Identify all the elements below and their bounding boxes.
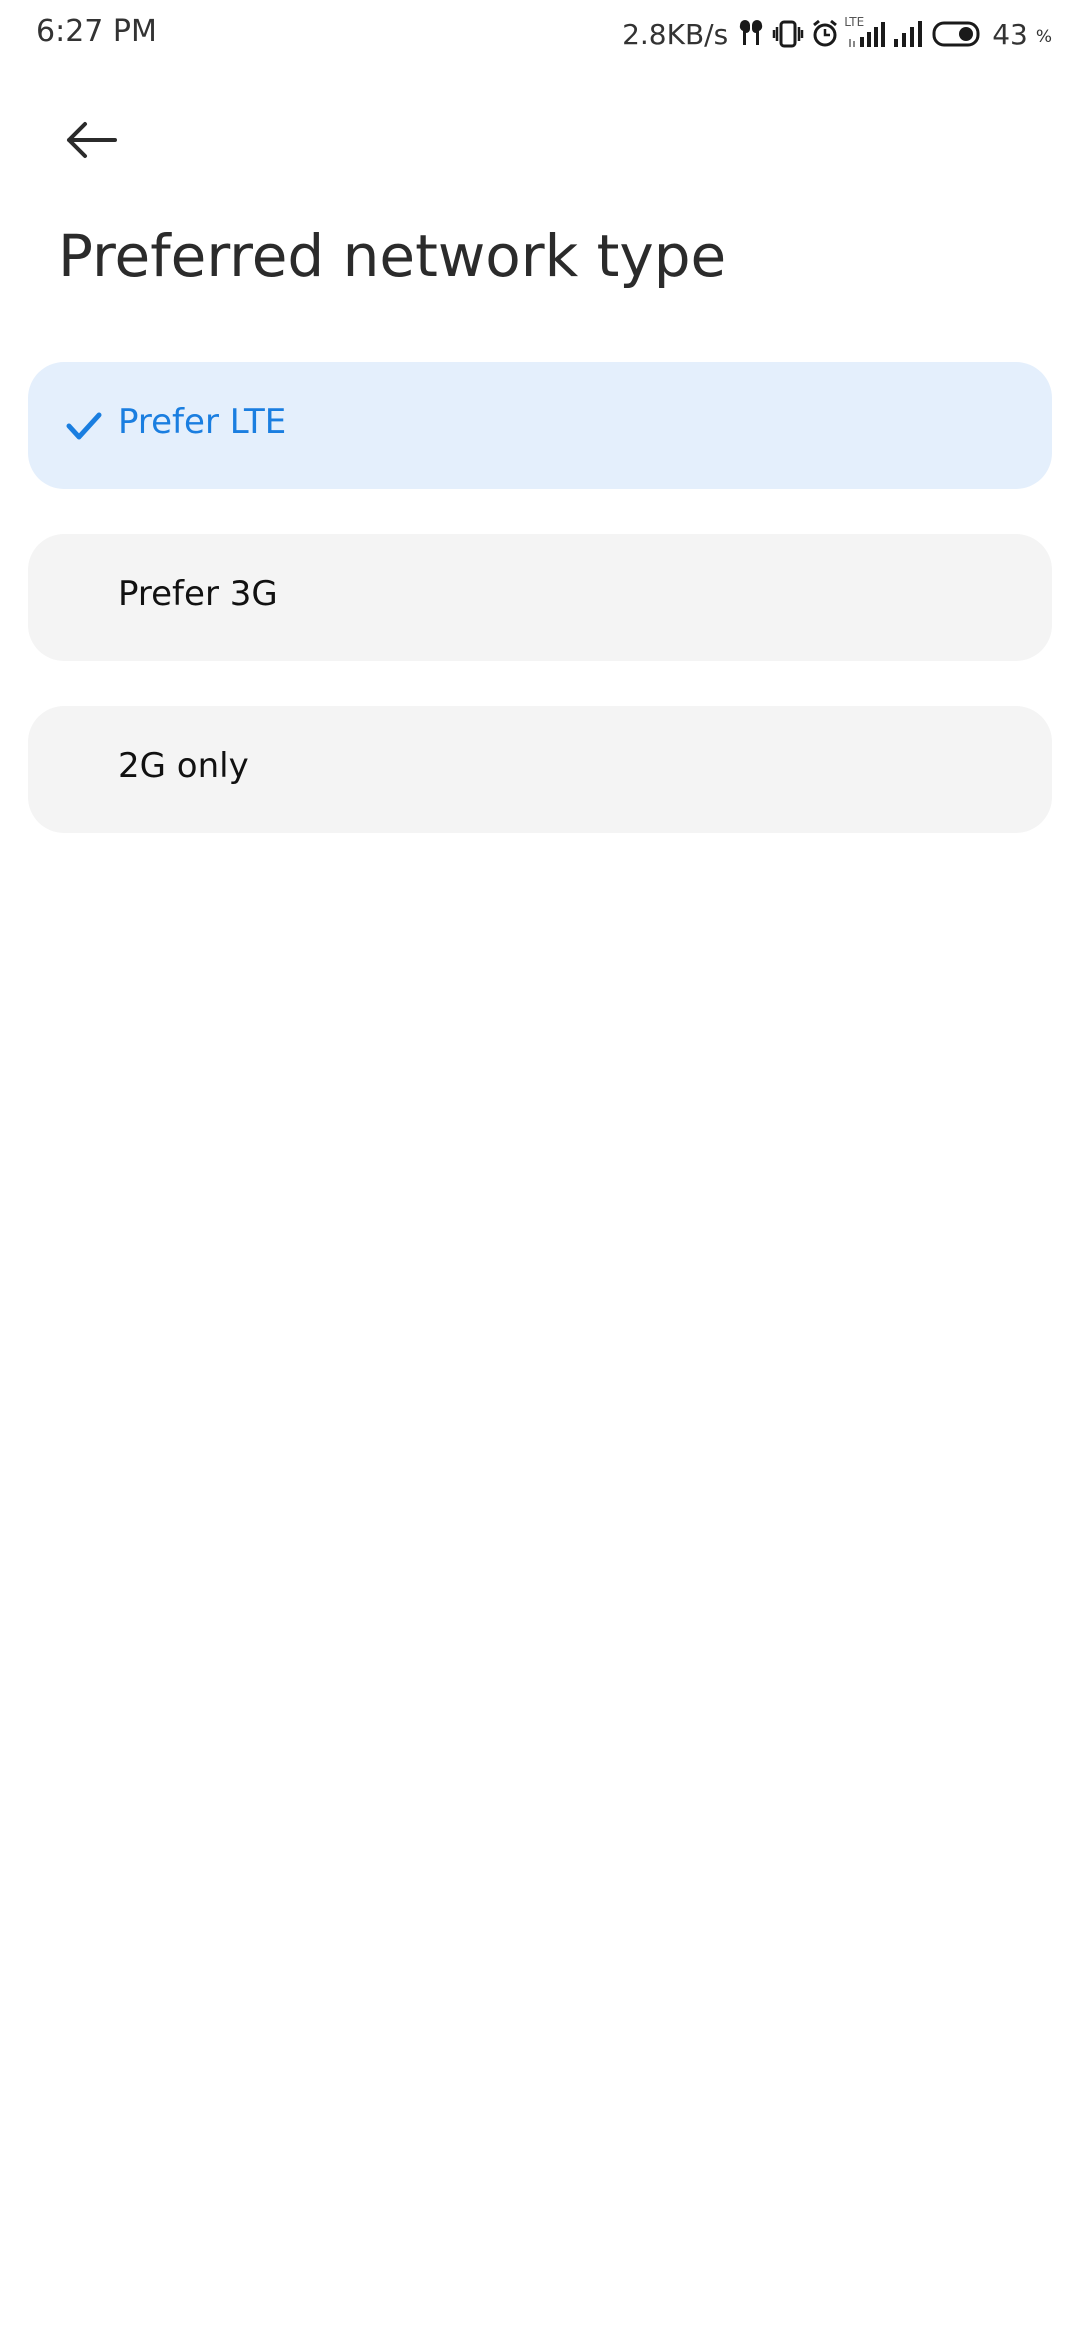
back-arrow-icon — [67, 122, 117, 158]
battery-icon — [932, 19, 982, 49]
lte-signal-icon: LTE — [844, 15, 886, 49]
option-label: Prefer 3G — [118, 574, 278, 614]
status-bar: 6:27 PM 2.8KB/s LTE 43 % — [0, 0, 1080, 70]
battery-percent: 43 — [992, 17, 1028, 51]
earbuds-icon — [736, 19, 766, 49]
network-speed: 2.8KB/s — [622, 17, 729, 51]
option-prefer-3g[interactable]: Prefer 3G — [28, 534, 1052, 661]
option-label: 2G only — [118, 746, 249, 786]
network-type-options: Prefer LTE Prefer 3G 2G only — [28, 362, 1052, 878]
lte-label: LTE — [844, 15, 865, 29]
page-title: Preferred network type — [58, 222, 727, 290]
status-icons: 2.8KB/s LTE 43 % — [622, 14, 1052, 54]
vibrate-icon — [772, 19, 804, 49]
alarm-icon — [810, 19, 840, 49]
back-button[interactable] — [56, 110, 126, 170]
checkmark-icon — [66, 412, 102, 440]
status-time: 6:27 PM — [36, 14, 157, 49]
screen: 6:27 PM 2.8KB/s LTE 43 % Preferred netwo… — [0, 0, 1080, 2340]
option-label: Prefer LTE — [118, 402, 287, 442]
option-2g-only[interactable]: 2G only — [28, 706, 1052, 833]
option-prefer-lte[interactable]: Prefer LTE — [28, 362, 1052, 489]
battery-percent-sign: % — [1035, 27, 1052, 47]
signal-icon — [892, 19, 926, 49]
